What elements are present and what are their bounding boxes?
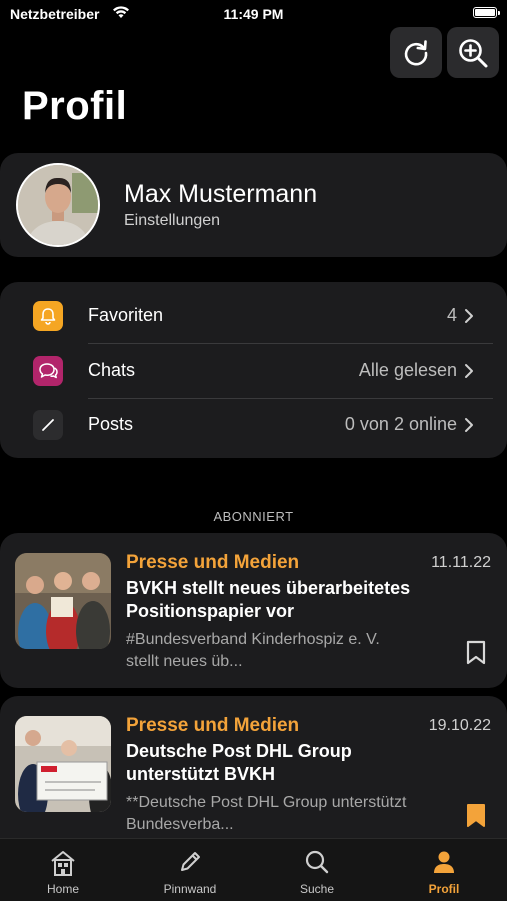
avatar	[16, 163, 100, 247]
news-description: **Deutsche Post DHL Group unterstützt Bu…	[126, 794, 407, 833]
status-bar: Netzbetreiber 11:49 PM	[0, 0, 507, 28]
pencil-icon	[33, 410, 63, 440]
menu-item-posts[interactable]: Posts 0 von 2 online	[0, 398, 507, 452]
news-thumbnail	[15, 553, 111, 649]
tab-label: Profil	[428, 882, 460, 896]
chevron-right-icon	[465, 309, 473, 323]
zoom-in-icon	[459, 38, 488, 67]
battery-icon	[473, 7, 500, 18]
news-title: Deutsche Post DHL Group unterstützt BVKH	[126, 741, 352, 784]
home-icon	[51, 851, 75, 876]
news-thumbnail	[15, 716, 111, 812]
favorites-count: 4	[446, 305, 457, 325]
chat-icon	[33, 356, 63, 386]
menu-label: Posts	[88, 414, 134, 434]
tab-bar: Home Pinnwand Suche Profil	[0, 838, 507, 901]
refresh-button[interactable]	[390, 27, 442, 78]
person-icon	[434, 851, 454, 873]
chevron-right-icon	[465, 364, 473, 378]
tab-label: Suche	[299, 882, 335, 896]
bookmark-filled-icon[interactable]	[465, 803, 487, 829]
news-title: BVKH stellt neues überarbeitetes Positio…	[126, 578, 411, 621]
tab-label: Pinnwand	[163, 882, 217, 896]
news-category: Presse und Medien	[126, 715, 300, 736]
search-icon	[305, 850, 329, 874]
bookmark-outline-icon[interactable]	[465, 640, 487, 666]
zoom-in-button[interactable]	[447, 27, 499, 78]
tab-profil[interactable]: Profil	[381, 839, 507, 901]
profile-menu: Favoriten 4 Chats Alle gelesen Posts 0 v…	[0, 282, 507, 458]
menu-item-chats[interactable]: Chats Alle gelesen	[0, 344, 507, 398]
tab-label: Home	[46, 882, 79, 896]
chevron-right-icon	[465, 418, 473, 432]
news-category: Presse und Medien	[126, 552, 300, 573]
refresh-icon	[404, 39, 428, 65]
tab-pinnwand[interactable]: Pinnwand	[127, 839, 253, 901]
news-card[interactable]: Presse und Medien 11.11.22 BVKH stellt n…	[0, 533, 507, 688]
profile-name: Max Mustermann	[124, 180, 318, 208]
news-description: #Bundesverband Kinderhospiz e. V. stellt…	[126, 631, 380, 670]
page-title: Profil	[22, 84, 128, 128]
menu-label: Chats	[88, 360, 136, 380]
bell-icon	[33, 301, 63, 331]
menu-item-favoriten[interactable]: Favoriten 4	[0, 289, 507, 343]
menu-label: Favoriten	[88, 305, 164, 325]
section-header-abonniert: ABONNIERT	[213, 509, 294, 524]
pencil-icon	[181, 852, 200, 871]
profile-card[interactable]: Max Mustermann Einstellungen	[0, 153, 507, 257]
chats-status: Alle gelesen	[358, 360, 457, 380]
tab-home[interactable]: Home	[0, 839, 126, 901]
tab-suche[interactable]: Suche	[254, 839, 380, 901]
posts-status: 0 von 2 online	[344, 414, 457, 434]
news-date: 11.11.22	[431, 554, 491, 571]
news-date: 19.10.22	[428, 717, 491, 734]
news-card[interactable]: Presse und Medien 19.10.22 Deutsche Post…	[0, 696, 507, 838]
settings-link[interactable]: Einstellungen	[124, 212, 220, 230]
clock: 11:49 PM	[223, 6, 284, 22]
